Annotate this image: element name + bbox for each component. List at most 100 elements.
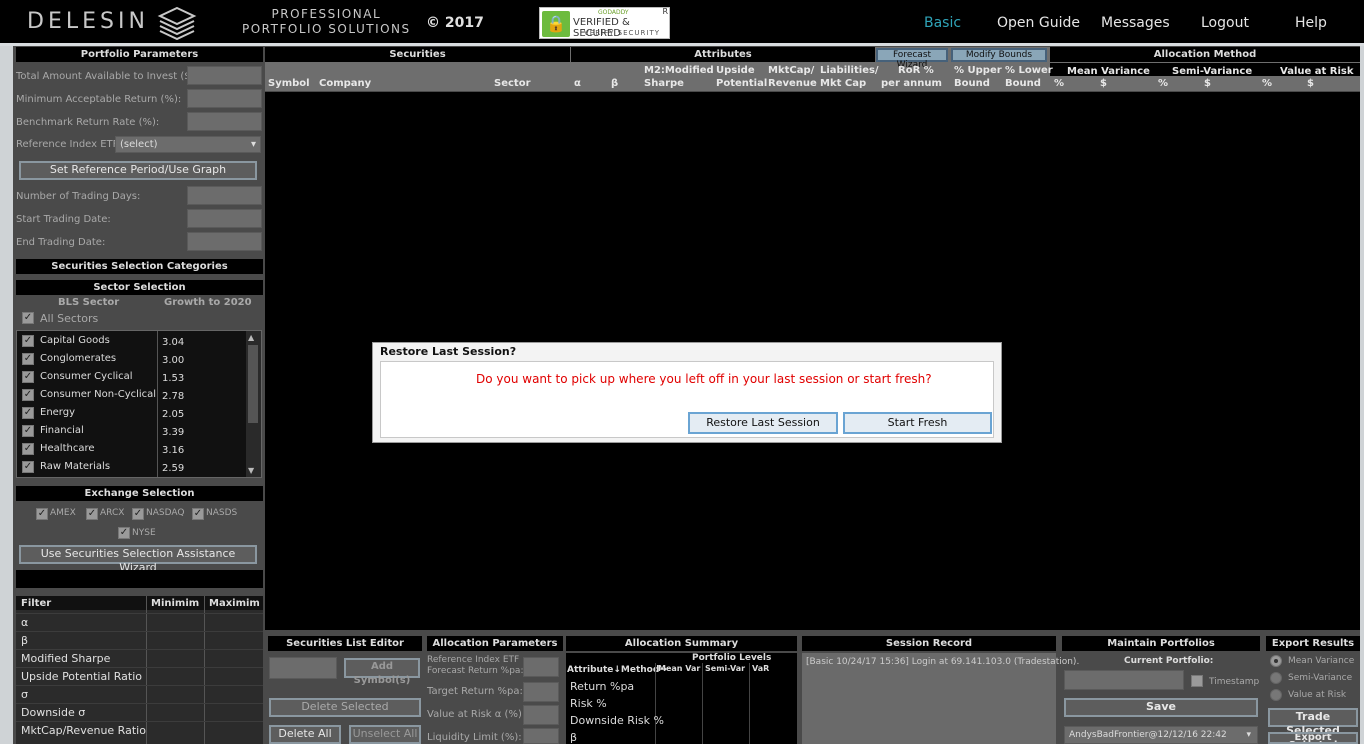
col-var-usd: $ [1307, 78, 1314, 89]
exchange-checkbox-nasdaq[interactable]: ✓ [132, 508, 144, 520]
restore-session-button[interactable]: Restore Last Session [688, 412, 838, 434]
security-badge[interactable]: 🔒 GODADDY VERIFIED & SECURED VERIFY SECU… [539, 7, 670, 39]
er-radio-mean[interactable] [1270, 655, 1282, 667]
portfolio-select[interactable]: AndysBadFrontier@12/12/16 22:42 ▾ [1064, 726, 1258, 744]
filter-row[interactable]: Downside σ [16, 703, 263, 721]
modify-bounds-button[interactable]: Modify Bounds [951, 48, 1047, 62]
sector-row[interactable]: ✓ Capital Goods 3.04 [19, 334, 240, 351]
save-button[interactable]: Save [1064, 698, 1258, 717]
filter-row[interactable]: α [16, 613, 263, 631]
mp-current-input[interactable] [1064, 670, 1184, 690]
scroll-thumb[interactable] [248, 345, 258, 423]
exchange-checkbox-amex[interactable]: ✓ [36, 508, 48, 520]
sector-checkbox[interactable]: ✓ [22, 425, 34, 437]
total-amount-input[interactable] [187, 66, 262, 85]
start-date-input[interactable] [187, 209, 262, 228]
scroll-down-icon[interactable]: ▼ [248, 466, 254, 475]
symbol-input[interactable] [269, 657, 337, 679]
sector-row[interactable]: ✓ Energy 2.05 [19, 406, 240, 423]
nav-basic[interactable]: Basic [924, 15, 961, 31]
sector-row[interactable]: ✓ Raw Materials 2.59 [19, 460, 240, 477]
col-ror-b[interactable]: per annum [881, 78, 942, 89]
col-upper-a[interactable]: % Upper [954, 65, 1002, 76]
col-m2-b[interactable]: Sharpe [644, 78, 684, 89]
col-upper-b[interactable]: Bound [954, 78, 990, 89]
trade-selected-button[interactable]: Trade Selected [1268, 708, 1358, 737]
col-upside-a[interactable]: Upside [716, 65, 755, 76]
export-selected-button[interactable]: Export Selected [1268, 732, 1358, 744]
col-liab-b[interactable]: Mkt Cap [820, 78, 866, 89]
sector-checkbox[interactable]: ✓ [22, 389, 34, 401]
nav-help[interactable]: Help [1295, 15, 1327, 31]
er-radio-var[interactable] [1270, 689, 1282, 701]
nav-messages[interactable]: Messages [1101, 15, 1170, 31]
col-beta[interactable]: β [611, 78, 618, 89]
set-reference-period-button[interactable]: Set Reference Period/Use Graph [19, 161, 257, 180]
all-sectors-checkbox[interactable]: ✓ [22, 312, 34, 324]
col-symbol[interactable]: Symbol [268, 78, 310, 89]
delete-selected-button[interactable]: Delete Selected [269, 698, 421, 717]
exchange-checkbox-arcx[interactable]: ✓ [86, 508, 98, 520]
sector-list-scrollbar[interactable]: ▲ ▼ [246, 331, 261, 477]
mp-title: Maintain Portfolios [1062, 636, 1260, 651]
ref-etf-select[interactable]: (select) ▾ [115, 136, 261, 153]
filter-row-label: σ [21, 688, 28, 701]
col-sector[interactable]: Sector [494, 78, 531, 89]
scroll-up-icon[interactable]: ▲ [248, 333, 254, 342]
sector-checkbox[interactable]: ✓ [22, 407, 34, 419]
col-lower-b[interactable]: Bound [1005, 78, 1041, 89]
sector-row[interactable]: ✓ Financial 3.39 [19, 424, 240, 441]
filter-row[interactable]: Modified Sharpe [16, 649, 263, 667]
ap-target-input[interactable] [523, 682, 559, 702]
sector-row[interactable]: ✓ Conglomerates 3.00 [19, 352, 240, 369]
sector-checkbox[interactable]: ✓ [22, 335, 34, 347]
col-m2-a[interactable]: M2:Modified [644, 65, 714, 76]
sector-row[interactable]: ✓ Healthcare 3.16 [19, 442, 240, 459]
benchmark-input[interactable] [187, 112, 262, 131]
ap-liq-input[interactable] [523, 728, 559, 744]
sector-checkbox[interactable]: ✓ [22, 353, 34, 365]
exchange-checkbox-nasds[interactable]: ✓ [192, 508, 204, 520]
filter-row[interactable]: Upside Potential Ratio [16, 667, 263, 685]
sector-checkbox[interactable]: ✓ [22, 443, 34, 455]
end-date-input[interactable] [187, 232, 262, 251]
exchange-checkbox-nyse[interactable]: ✓ [118, 527, 130, 539]
app-header: DELESIN PROFESSIONAL PORTFOLIO SOLUTIONS… [0, 0, 1364, 46]
er-radio-semi[interactable] [1270, 672, 1282, 684]
ap-var-input[interactable] [523, 705, 559, 725]
filter-col-max: Maximim [209, 598, 260, 609]
col-mktcap-a[interactable]: MktCap/ [768, 65, 814, 76]
filter-row[interactable]: β [16, 631, 263, 649]
num-days-input[interactable] [187, 186, 262, 205]
col-mean-variance[interactable]: Mean Variance [1067, 66, 1150, 77]
sector-row[interactable]: ✓ Consumer Cyclical 1.53 [19, 370, 240, 387]
timestamp-checkbox[interactable]: ✓ [1191, 675, 1203, 687]
col-upside-b[interactable]: Potential [716, 78, 767, 89]
col-mktcap-b[interactable]: Revenue [768, 78, 817, 89]
tagline-line1: PROFESSIONAL [271, 7, 382, 21]
col-alpha[interactable]: α [574, 78, 581, 89]
col-value-at-risk[interactable]: Value at Risk [1280, 66, 1354, 77]
col-lower-a[interactable]: % Lower [1005, 65, 1053, 76]
delete-all-button[interactable]: Delete All [269, 725, 341, 744]
sector-name: Raw Materials [40, 461, 111, 472]
forecast-wizard-button[interactable]: Forecast Wizard [876, 48, 948, 70]
nav-open-guide[interactable]: Open Guide [997, 15, 1080, 31]
unselect-all-button[interactable]: Unselect All [349, 725, 421, 744]
nav-logout[interactable]: Logout [1201, 15, 1249, 31]
exchange-label-nasds: NASDS [206, 508, 238, 518]
filter-row[interactable]: σ [16, 685, 263, 703]
col-semi-variance[interactable]: Semi-Variance [1172, 66, 1252, 77]
sector-checkbox[interactable]: ✓ [22, 461, 34, 473]
sector-checkbox[interactable]: ✓ [22, 371, 34, 383]
min-return-input[interactable] [187, 89, 262, 108]
filter-row[interactable]: MktCap/Revenue Ratio [16, 721, 263, 739]
sector-row[interactable]: ✓ Consumer Non-Cyclical 2.78 [19, 388, 240, 405]
col-ror-a[interactable]: RoR % [898, 65, 934, 76]
selection-wizard-button[interactable]: Use Securities Selection Assistance Wiza… [19, 545, 257, 574]
start-fresh-button[interactable]: Start Fresh [843, 412, 992, 434]
ap-ref-input[interactable] [523, 657, 559, 677]
col-company[interactable]: Company [319, 78, 371, 89]
add-symbol-button[interactable]: Add Symbol(s) [344, 658, 420, 686]
col-liab-a[interactable]: Liabilities/ [820, 65, 879, 76]
